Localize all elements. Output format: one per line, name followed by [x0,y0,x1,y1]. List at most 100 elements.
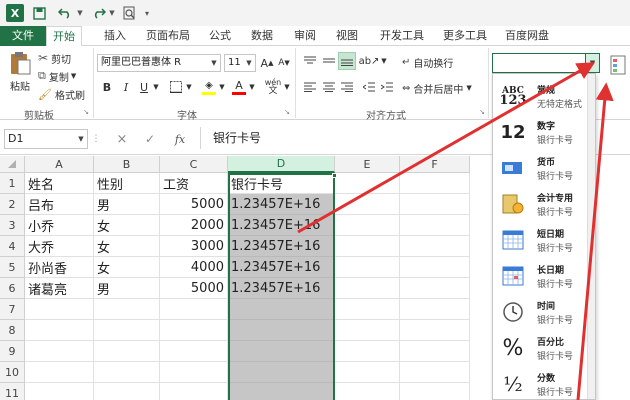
orientation-icon[interactable]: ab↗ [359,52,380,70]
cell-e6[interactable] [335,278,400,299]
cell-d7[interactable] [228,299,335,320]
cell-c2[interactable]: 5000 [160,194,228,215]
redo-dropdown-icon[interactable]: ▼ [108,4,116,22]
format-option-percent[interactable]: % 百分比 银行卡号 [493,330,595,366]
cell-a3[interactable]: 小乔 [25,215,94,236]
select-all-corner[interactable] [0,156,25,173]
cell-c7[interactable] [160,299,228,320]
row-header-5[interactable]: 5 [0,257,25,278]
cell-b9[interactable] [94,341,160,362]
tab-file[interactable]: 文件 [0,26,46,46]
cell-b6[interactable]: 男 [94,278,160,299]
cell-a4[interactable]: 大乔 [25,236,94,257]
format-option-general[interactable]: ABC 123 常规 无特定格式 [493,78,595,114]
fill-color-dropdown-icon[interactable]: ▼ [218,78,226,96]
row-header-8[interactable]: 8 [0,320,25,341]
cell-d5[interactable]: 1.23457E+16 [228,257,335,278]
tab-data[interactable]: 数据 [245,26,279,46]
align-middle-icon[interactable] [320,52,338,70]
cell-f7[interactable] [400,299,470,320]
cell-e3[interactable] [335,215,400,236]
cell-f5[interactable] [400,257,470,278]
column-header-a[interactable]: A [25,156,94,173]
number-format-box[interactable]: ▼ [492,53,600,73]
cell-d2[interactable]: 1.23457E+16 [228,194,335,215]
insert-function-icon[interactable]: fx [170,131,190,147]
redo-icon[interactable] [88,4,110,22]
paste-button[interactable]: 粘贴 [6,50,34,98]
dropdown-scrollbar[interactable] [587,74,595,399]
tab-developer[interactable]: 开发工具 [374,26,430,46]
format-option-fraction[interactable]: ½ 分数 银行卡号 [493,366,595,399]
cell-b4[interactable]: 女 [94,236,160,257]
row-header-11[interactable]: 11 [0,383,25,400]
cell-f10[interactable] [400,362,470,383]
format-option-currency[interactable]: 货币 银行卡号 [493,150,595,186]
align-center-icon[interactable] [320,78,338,96]
cell-c8[interactable] [160,320,228,341]
cell-a6[interactable]: 诸葛亮 [25,278,94,299]
align-bottom-icon[interactable] [338,52,356,70]
cell-e2[interactable] [335,194,400,215]
column-header-e[interactable]: E [335,156,400,173]
cell-b10[interactable] [94,362,160,383]
copy-button[interactable]: ⧉ 复制 ▼ [38,68,76,84]
font-size-box[interactable]: 11 ▼ [224,54,256,72]
name-box-dropdown-icon[interactable]: ▼ [75,130,87,148]
cell-a7[interactable] [25,299,94,320]
enter-entry-icon[interactable]: ✓ [142,131,158,147]
cell-a5[interactable]: 孙尚香 [25,257,94,278]
decrease-indent-icon[interactable] [360,78,378,96]
cell-a1[interactable]: 姓名 [25,173,94,194]
cell-c11[interactable] [160,383,228,400]
cell-b7[interactable] [94,299,160,320]
font-color-button[interactable]: A [230,78,248,96]
column-header-d[interactable]: D [228,156,335,173]
fill-color-button[interactable]: ◈ [200,78,218,96]
bold-button[interactable]: B [99,78,115,96]
print-preview-icon[interactable] [120,4,138,22]
cell-d9[interactable] [228,341,335,362]
italic-button[interactable]: I [118,78,134,96]
phonetic-icon[interactable]: wén 文 [262,78,284,96]
column-header-c[interactable]: C [160,156,228,173]
cell-f11[interactable] [400,383,470,400]
cell-f9[interactable] [400,341,470,362]
cell-c3[interactable]: 2000 [160,215,228,236]
cell-f8[interactable] [400,320,470,341]
cell-e7[interactable] [335,299,400,320]
cell-d11[interactable] [228,383,335,400]
number-format-dropdown-icon[interactable]: ▼ [585,54,599,72]
increase-indent-icon[interactable] [378,78,396,96]
cancel-entry-icon[interactable]: × [114,131,130,147]
tab-insert[interactable]: 插入 [98,26,132,46]
align-left-icon[interactable] [301,78,319,96]
name-box[interactable]: D1 ▼ [4,129,88,149]
row-header-6[interactable]: 6 [0,278,25,299]
shrink-font-icon[interactable]: A ▼ [276,54,292,72]
font-name-dropdown-icon[interactable]: ▼ [208,55,220,71]
cell-e1[interactable] [335,173,400,194]
cell-c1[interactable]: 工资 [160,173,228,194]
cell-b8[interactable] [94,320,160,341]
cell-a10[interactable] [25,362,94,383]
clipboard-launcher-icon[interactable]: ↘ [82,107,90,117]
cell-c4[interactable]: 3000 [160,236,228,257]
cell-b2[interactable]: 男 [94,194,160,215]
row-header-2[interactable]: 2 [0,194,25,215]
cell-e9[interactable] [335,341,400,362]
cut-button[interactable]: ✂ 剪切 [38,50,71,66]
underline-button[interactable]: U [136,78,152,96]
format-option-short-date[interactable]: 短日期 银行卡号 [493,222,595,258]
save-icon[interactable] [30,4,48,22]
tab-baidu-pan[interactable]: 百度网盘 [499,26,555,46]
tab-page-layout[interactable]: 页面布局 [140,26,196,46]
cell-c6[interactable]: 5000 [160,278,228,299]
tab-view[interactable]: 视图 [330,26,364,46]
format-painter-button[interactable]: 🖌 格式刷 [38,86,85,102]
cell-c10[interactable] [160,362,228,383]
cell-a2[interactable]: 吕布 [25,194,94,215]
cell-b11[interactable] [94,383,160,400]
borders-dropdown-icon[interactable]: ▼ [185,78,193,96]
phonetic-dropdown-icon[interactable]: ▼ [283,78,291,96]
